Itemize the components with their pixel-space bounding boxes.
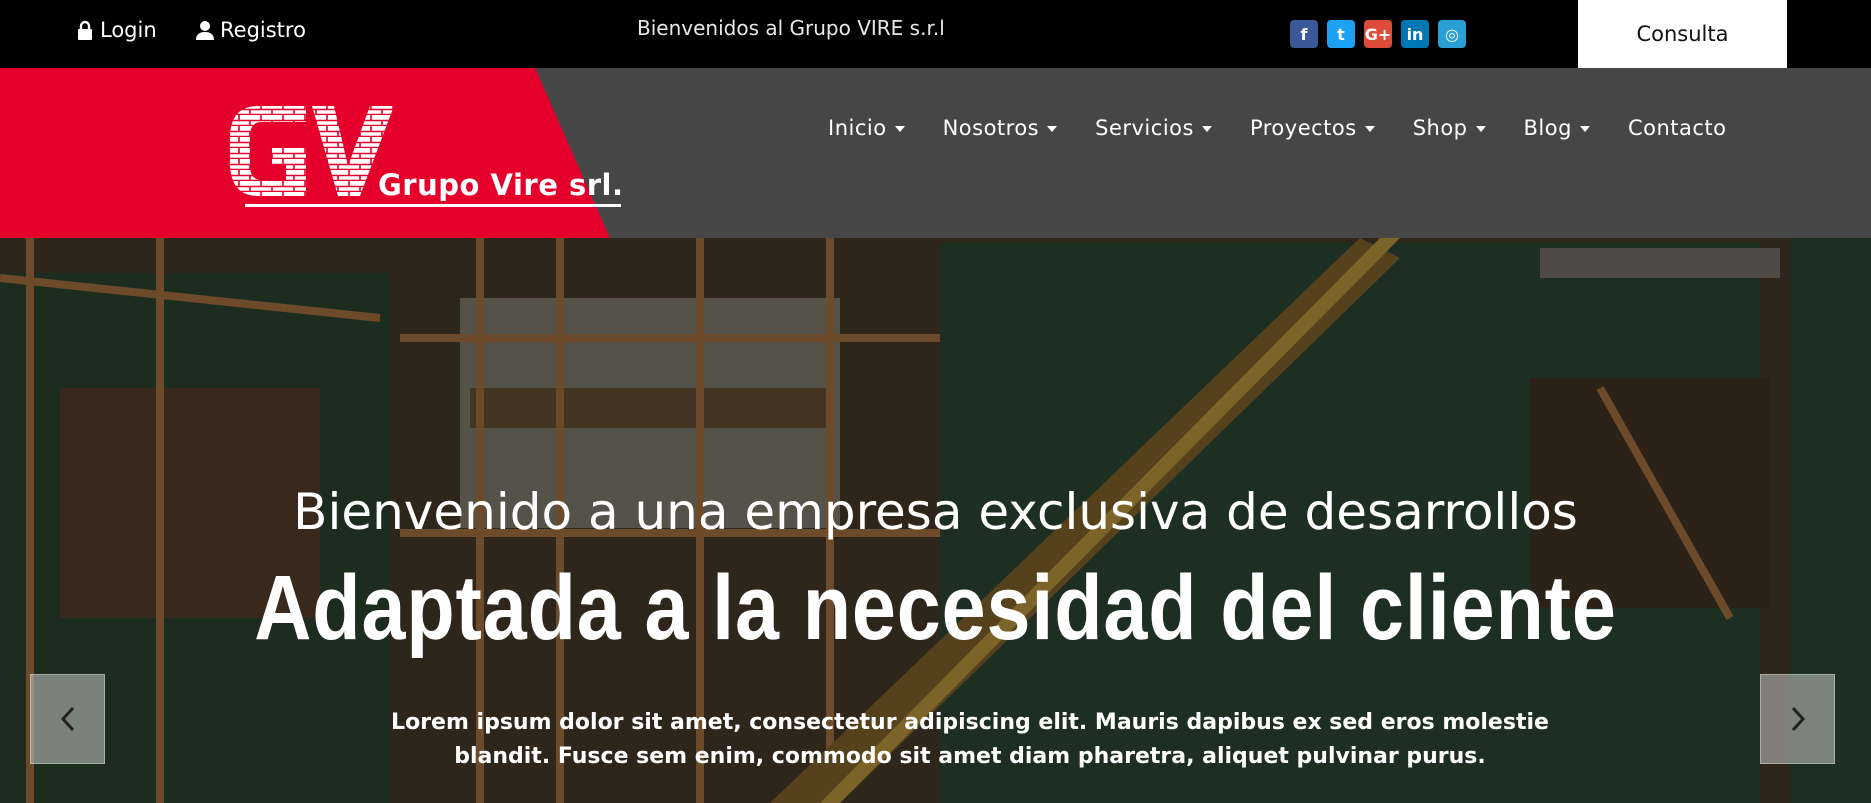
hero-description: Lorem ipsum dolor sit amet, consectetur … (391, 710, 1549, 769)
hero-slider: Bienvenido a una empresa exclusiva de de… (0, 238, 1871, 803)
nav-item-label: Shop (1412, 116, 1468, 140)
nav-item-label: Blog (1523, 116, 1572, 140)
caret-down-icon (1475, 126, 1486, 132)
nav-item-nosotros[interactable]: Nosotros (943, 116, 1058, 140)
hero-subtitle: Bienvenido a una empresa exclusiva de de… (293, 483, 1578, 541)
hero-title: Adaptada a la necesidad del cliente (254, 557, 1617, 659)
linkedin-icon[interactable]: in (1401, 20, 1429, 48)
nav-item-label: Contacto (1627, 116, 1727, 140)
user-icon (196, 21, 214, 40)
register-link[interactable]: Registro (196, 18, 306, 42)
nav-item-label: Proyectos (1249, 116, 1357, 140)
nav-item-label: Inicio (828, 116, 887, 140)
slider-prev-button[interactable] (30, 674, 105, 764)
nav-item-inicio[interactable]: Inicio (828, 116, 905, 140)
main-header: Grupo Vire srl. Inicio Nosotros Servicios P… (0, 68, 1871, 238)
consulta-button[interactable]: Consulta (1578, 0, 1787, 68)
login-link[interactable]: Login (76, 18, 157, 42)
google-plus-icon[interactable]: G+ (1364, 20, 1392, 48)
nav-item-label: Nosotros (942, 116, 1040, 140)
welcome-text: Bienvenidos al Grupo VIRE s.r.l (637, 16, 945, 40)
nav-item-blog[interactable]: Blog (1524, 116, 1590, 140)
register-label: Registro (220, 18, 306, 42)
instagram-icon[interactable]: ◎ (1438, 20, 1466, 48)
slider-next-button[interactable] (1760, 674, 1835, 764)
nav-item-proyectos[interactable]: Proyectos (1250, 116, 1375, 140)
twitter-icon[interactable]: t (1327, 20, 1355, 48)
top-bar: Login Registro Bienvenidos al Grupo VIRE… (0, 0, 1871, 68)
caret-down-icon (894, 126, 905, 132)
main-nav: Inicio Nosotros Servicios Proyectos Shop Blog… (828, 116, 1727, 140)
caret-down-icon (1047, 126, 1058, 132)
chevron-left-icon (60, 706, 74, 732)
nav-item-shop[interactable]: Shop (1413, 116, 1486, 140)
nav-item-label: Servicios (1095, 116, 1194, 140)
caret-down-icon (1364, 126, 1375, 132)
logo-text: Grupo Vire srl. (378, 168, 624, 202)
caret-down-icon (1201, 126, 1212, 132)
login-label: Login (100, 18, 157, 42)
facebook-icon[interactable]: f (1290, 20, 1318, 48)
caret-down-icon (1579, 126, 1590, 132)
social-links: f t G+ in ◎ (1290, 20, 1466, 48)
nav-item-servicios[interactable]: Servicios (1095, 116, 1212, 140)
chevron-right-icon (1791, 706, 1805, 732)
nav-item-contacto[interactable]: Contacto (1628, 116, 1727, 140)
lock-icon (78, 20, 92, 40)
logo-underline (245, 204, 621, 207)
